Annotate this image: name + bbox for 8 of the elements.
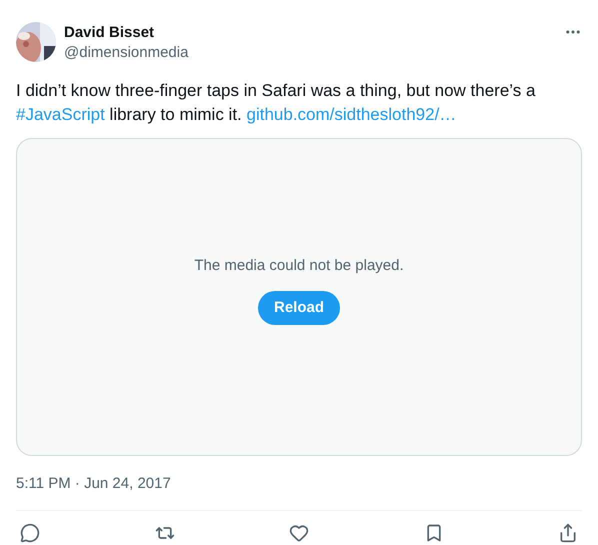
share-icon[interactable] xyxy=(558,523,578,543)
error-message: The media could not be played. xyxy=(194,256,404,276)
timestamp[interactable]: 5:11 PM · Jun 24, 2017 xyxy=(16,475,171,492)
tweet-text: I didn’t know three-finger taps in Safari was a thing, but now there’s a #JavaScript library to mimic it. github.com/sidthesloth92/… xyxy=(16,80,536,126)
author-name[interactable]: David Bisset xyxy=(64,23,188,43)
author-handle[interactable]: @dimensionmedia xyxy=(64,43,188,63)
speech-bubble-icon[interactable] xyxy=(20,523,40,543)
heart-icon[interactable] xyxy=(289,523,309,543)
